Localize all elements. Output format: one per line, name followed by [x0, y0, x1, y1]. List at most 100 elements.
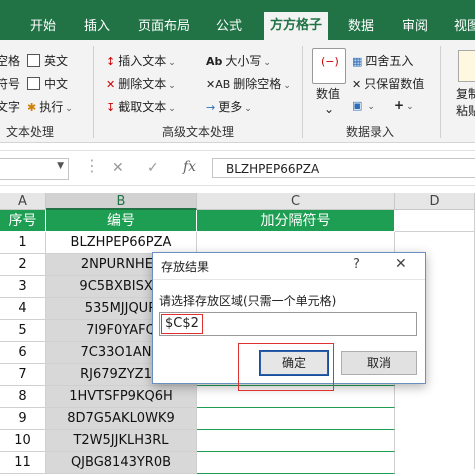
ribbon-separator	[93, 46, 94, 138]
help-icon[interactable]: ?	[353, 257, 360, 272]
keep-number-icon: ✕	[352, 78, 362, 91]
result-cell[interactable]	[197, 452, 395, 474]
row-number-cell[interactable]: 3	[0, 276, 46, 298]
chevron-down-icon: ⌄	[367, 102, 375, 112]
ribbon-separator	[440, 46, 441, 138]
english-checkbox-item[interactable]: 英文	[27, 52, 68, 69]
name-box[interactable]: ▼	[0, 158, 69, 180]
fx-icon[interactable]: fx	[183, 159, 196, 175]
delete-text-label: 删除文本	[118, 77, 167, 91]
case-icon: Ab	[206, 55, 223, 68]
row-number-cell[interactable]: 11	[0, 452, 46, 474]
chevron-down-icon: ⌄	[406, 102, 414, 112]
header-cell-seq[interactable]: 序号	[0, 210, 46, 232]
tab-view[interactable]: 视图	[454, 14, 475, 40]
ribbon-tab-bar: 开始 插入 页面布局 公式 方方格子 数据 审阅 视图	[0, 0, 475, 40]
col-header-C[interactable]: C	[197, 193, 395, 210]
chevron-down-icon: ⌄	[65, 104, 73, 114]
result-cell[interactable]	[197, 430, 395, 452]
keep-number-label: 只保留数值	[364, 77, 425, 91]
tab-formulas[interactable]: 公式	[216, 14, 242, 40]
formula-bar: ▼ ⋮ ✕ ✓ fx BLZHPEP66PZA	[0, 150, 475, 186]
case-button[interactable]: Ab 大小写 ⌄	[206, 52, 271, 69]
tab-home[interactable]: 开始	[30, 14, 56, 40]
chevron-down-icon: ⌄	[168, 104, 176, 114]
result-cell[interactable]	[197, 408, 395, 430]
tab-fangfanggezi[interactable]: 方方格子	[264, 12, 329, 40]
group-label-text-processing: 文本处理	[6, 125, 55, 139]
round-label: 四舍五入	[365, 54, 414, 68]
range-input[interactable]: $C$2	[159, 312, 417, 336]
formula-input[interactable]: BLZHPEP66PZA	[212, 158, 475, 178]
tab-insert[interactable]: 插入	[84, 14, 110, 40]
insert-text-label: 插入文本	[118, 54, 167, 68]
cancel-icon[interactable]: ✕	[112, 160, 124, 176]
number-button[interactable]: 数值	[316, 85, 340, 102]
tab-page-layout[interactable]: 页面布局	[138, 14, 190, 40]
insert-text-icon: ↕	[106, 55, 116, 68]
row-number-cell[interactable]: 9	[0, 408, 46, 430]
checkbox-icon[interactable]	[27, 54, 40, 67]
col-header-A[interactable]: A	[0, 193, 46, 210]
enter-icon[interactable]: ✓	[147, 160, 159, 176]
edit-dropdown-button[interactable]: ▣ ⌄	[352, 98, 375, 112]
ok-button-highlight	[238, 343, 334, 391]
delete-text-icon: ✕	[106, 78, 116, 91]
keep-number-button[interactable]: ✕ 只保留数值	[352, 75, 424, 92]
chinese-label: 中文	[44, 77, 69, 91]
row-number-cell[interactable]: 6	[0, 342, 46, 364]
ribbon-separator	[302, 46, 303, 138]
dialog-title: 存放结果	[161, 260, 210, 274]
row-number-cell[interactable]: 4	[0, 298, 46, 320]
range-input-value: $C$2	[161, 314, 203, 334]
round-button[interactable]: ▦ 四舍五入	[352, 52, 413, 69]
chevron-down-icon: ⌄	[283, 81, 291, 91]
cancel-button[interactable]: 取消	[341, 351, 417, 375]
more-button[interactable]: → 更多 ⌄	[206, 98, 252, 115]
col-header-B[interactable]: B	[46, 193, 197, 210]
chinese-checkbox-item[interactable]: 中文	[27, 75, 68, 92]
extract-text-icon: ↧	[106, 101, 116, 114]
code-cell[interactable]: 1HVTSFP9KQ6H	[46, 386, 197, 408]
add-dropdown-button[interactable]: + ⌄	[394, 98, 414, 112]
row-number-cell[interactable]: 10	[0, 430, 46, 452]
table-cell[interactable]	[395, 210, 475, 232]
code-cell[interactable]: 8D7G5AKL0WK9	[46, 408, 197, 430]
delete-text-button[interactable]: ✕ 删除文本 ⌄	[106, 75, 176, 92]
number-icon: (−)	[312, 48, 346, 84]
row-number-cell[interactable]: 2	[0, 254, 46, 276]
chevron-down-icon: ⌄	[168, 58, 176, 68]
more-label: 更多	[218, 100, 243, 114]
header-cell-code[interactable]: 编号	[46, 210, 197, 232]
chevron-down-icon: ⌄	[263, 58, 271, 68]
close-icon[interactable]: ✕	[395, 256, 407, 272]
execute-button[interactable]: ✱ 执行 ⌄	[27, 98, 73, 115]
arrow-right-icon: →	[206, 101, 216, 114]
code-cell[interactable]: QJBG8143YR0B	[46, 452, 197, 474]
case-label: 大小写	[225, 54, 262, 68]
extract-text-button[interactable]: ↧ 截取文本 ⌄	[106, 98, 176, 115]
col-header-D[interactable]: D	[395, 193, 475, 210]
copy-paste-icon	[458, 50, 475, 82]
copy-label[interactable]: 复制	[456, 85, 475, 102]
group-label-advanced-text: 高级文本处理	[162, 125, 235, 139]
insert-text-button[interactable]: ↕ 插入文本 ⌄	[106, 52, 176, 69]
code-cell[interactable]: BLZHPEP66PZA	[46, 232, 197, 254]
tab-review[interactable]: 审阅	[402, 14, 428, 40]
row-number-cell[interactable]: 7	[0, 364, 46, 386]
paste-label[interactable]: 粘贴	[456, 102, 475, 119]
delete-space-icon: ✕AB	[206, 78, 231, 91]
row-number-cell[interactable]: 1	[0, 232, 46, 254]
code-cell[interactable]: T2W5JJKLH3RL	[46, 430, 197, 452]
result-cell[interactable]	[197, 232, 395, 254]
row-number-cell[interactable]: 8	[0, 386, 46, 408]
header-cell-separator[interactable]: 加分隔符号	[197, 210, 395, 232]
delete-space-button[interactable]: ✕AB 删除空格 ⌄	[206, 75, 291, 92]
row-number-cell[interactable]: 5	[0, 320, 46, 342]
dialog-titlebar[interactable]: 存放结果 ? ✕	[153, 253, 425, 280]
plus-icon: +	[394, 98, 405, 112]
dialog-prompt: 请选择存放区域(只需一个单元格)	[159, 294, 337, 308]
tab-data[interactable]: 数据	[348, 14, 374, 40]
checkbox-icon[interactable]	[27, 77, 40, 90]
group-label-data-entry: 数据录入	[346, 125, 395, 139]
